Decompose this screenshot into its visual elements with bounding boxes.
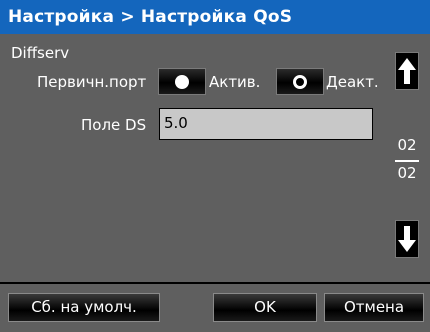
radio-inactive[interactable]: [276, 68, 324, 95]
arrow-up-icon: [398, 58, 416, 84]
primary-port-label: Первичн.порт: [37, 73, 147, 91]
page-total: 02: [397, 164, 417, 182]
page-current: 02: [397, 136, 417, 154]
title-bar: Настройка > Настройка QoS: [0, 0, 430, 34]
ok-button[interactable]: OK: [213, 293, 317, 322]
arrow-down-icon: [398, 226, 416, 252]
section-label: Diffserv: [11, 44, 70, 62]
radio-inactive-label[interactable]: Деакт.: [326, 73, 379, 91]
ds-field-input[interactable]: 5.0: [159, 108, 373, 140]
radio-active[interactable]: [158, 68, 206, 95]
footer-separator: [0, 282, 430, 284]
scroll-up-button[interactable]: [395, 52, 419, 90]
dialog-window: Настройка > Настройка QoS Diffserv Перви…: [0, 0, 430, 332]
radio-unselected-icon: [293, 74, 307, 89]
ds-field-label: Поле DS: [81, 116, 147, 134]
reset-defaults-button[interactable]: Сб. на умолч.: [8, 293, 160, 322]
cancel-button[interactable]: Отмена: [324, 293, 424, 322]
page-divider: [395, 160, 419, 162]
radio-selected-icon: [175, 74, 189, 89]
scroll-down-button[interactable]: [395, 220, 419, 258]
radio-active-label[interactable]: Актив.: [209, 73, 260, 91]
